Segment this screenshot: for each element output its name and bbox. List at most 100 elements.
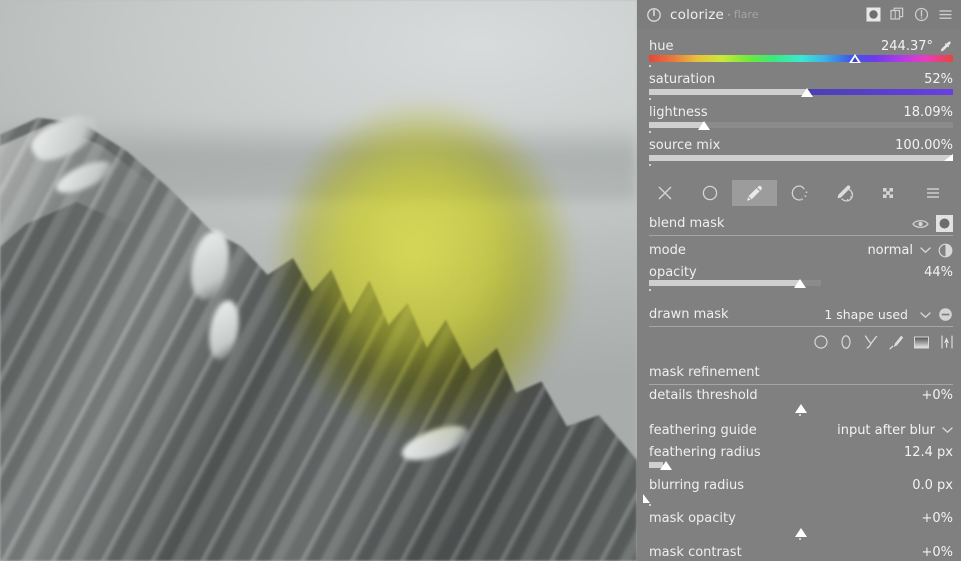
slider-saturation-value: 52% — [924, 72, 953, 87]
slider-details-threshold-value: +0% — [921, 388, 953, 403]
blend-options-icon[interactable] — [910, 180, 955, 206]
slider-saturation-fill — [649, 89, 808, 95]
slider-source-mix-fill — [649, 155, 953, 161]
slider-hue-row: hue 244.37° — [649, 37, 953, 57]
mask-type-toolbar[interactable] — [643, 178, 955, 208]
slider-blurring-radius-track[interactable] — [643, 494, 953, 503]
module-header[interactable]: colorize · flare — [637, 0, 961, 29]
chevron-down-icon[interactable] — [920, 311, 931, 319]
slider-mask-opacity-label: mask opacity — [649, 511, 736, 526]
slider-hue-default-marker — [649, 65, 651, 67]
slider-source-mix-knob[interactable] — [944, 154, 953, 161]
blend-mask-label: blend mask — [649, 216, 725, 231]
slider-details-threshold-knob[interactable] — [795, 404, 807, 413]
slider-source-mix[interactable]: source mix 100.00% — [637, 136, 961, 168]
blend-mode-row[interactable]: mode normal — [649, 238, 953, 262]
feathering-guide-label: feathering guide — [649, 422, 757, 438]
slider-lightness-value: 18.09% — [903, 105, 953, 120]
edit-shapes-icon[interactable] — [939, 334, 955, 350]
slider-lightness-row: lightness 18.09% — [649, 103, 953, 123]
chevron-down-icon[interactable] — [942, 426, 953, 434]
circle-shape-icon[interactable] — [813, 334, 829, 350]
drawn-mask-section: drawn mask 1 shape used — [649, 305, 953, 327]
shape-tools-row[interactable] — [649, 331, 955, 353]
slider-mask-contrast[interactable]: mask contrast +0% — [637, 543, 961, 561]
multi-instance-icon[interactable] — [890, 7, 905, 22]
slider-mask-opacity-value: +0% — [921, 511, 953, 526]
slider-mask-contrast-label: mask contrast — [649, 545, 742, 560]
slider-feathering-radius-track[interactable] — [649, 461, 953, 470]
slider-source-mix-track[interactable] — [649, 154, 953, 161]
slider-details-threshold-default-marker — [799, 414, 801, 416]
slider-hue-label: hue — [649, 39, 674, 54]
slider-feathering-radius-knob[interactable] — [659, 461, 672, 470]
feathering-guide-row[interactable]: feathering guide input after blur — [649, 418, 953, 442]
slider-mask-opacity-default-marker — [799, 538, 801, 540]
mask-off-icon[interactable] — [643, 180, 688, 206]
eye-icon[interactable] — [912, 218, 929, 230]
chevron-down-icon[interactable] — [920, 246, 931, 254]
reset-icon[interactable] — [914, 7, 929, 22]
feathering-guide-value[interactable]: input after blur — [837, 423, 935, 438]
slider-saturation-track[interactable] — [649, 88, 953, 97]
power-icon[interactable] — [647, 7, 661, 22]
blend-mode-value[interactable]: normal — [867, 243, 913, 258]
slider-blurring-radius[interactable]: blurring radius 0.0 px — [637, 476, 961, 508]
slider-blend-opacity[interactable]: opacity 44% — [637, 263, 961, 293]
slider-mask-contrast-value: +0% — [921, 545, 953, 560]
photo-render — [0, 0, 637, 561]
parametric-mask-icon[interactable] — [777, 180, 822, 206]
raster-mask-icon[interactable] — [866, 180, 911, 206]
slider-feathering-radius-value: 12.4 px — [903, 445, 953, 460]
slider-lightness-default-marker — [649, 131, 651, 133]
slider-lightness[interactable]: lightness 18.09% — [637, 103, 961, 135]
slider-hue-track[interactable] — [649, 54, 953, 63]
slider-mask-opacity[interactable]: mask opacity +0% — [637, 509, 961, 542]
slider-saturation-gradient — [807, 89, 953, 95]
mask-indicator-icon[interactable] — [866, 7, 881, 22]
slider-saturation-label: saturation — [649, 72, 716, 87]
polarity-icon[interactable] — [938, 243, 953, 258]
slider-details-threshold-track[interactable] — [649, 404, 953, 413]
slider-feathering-radius-row: feathering radius 12.4 px — [649, 443, 953, 463]
drawn-parametric-icon[interactable] — [821, 180, 866, 206]
slider-blurring-radius-knob[interactable] — [643, 494, 650, 503]
slider-blurring-radius-row: blurring radius 0.0 px — [649, 476, 953, 496]
slider-blend-opacity-fill — [649, 280, 801, 286]
title-separator: · — [727, 7, 731, 22]
color-picker-icon[interactable] — [939, 40, 953, 54]
presets-menu-icon[interactable] — [938, 7, 953, 22]
header-gap — [637, 29, 961, 36]
slider-blurring-radius-value: 0.0 px — [912, 478, 953, 493]
slider-details-threshold[interactable]: details threshold +0% — [637, 386, 961, 418]
brush-shape-icon[interactable] — [888, 334, 904, 350]
slider-source-mix-default-marker — [649, 164, 651, 166]
slider-saturation[interactable]: saturation 52% — [637, 70, 961, 102]
slider-feathering-radius[interactable]: feathering radius 12.4 px — [637, 443, 961, 475]
slider-source-mix-label: source mix — [649, 138, 721, 153]
path-shape-icon[interactable] — [863, 334, 879, 350]
slider-mask-opacity-knob[interactable] — [795, 528, 807, 537]
drawn-mask-icon[interactable] — [732, 180, 777, 206]
slider-lightness-knob[interactable] — [697, 121, 710, 130]
drawn-mask-value[interactable]: 1 shape used — [824, 307, 908, 322]
uniform-mask-icon[interactable] — [688, 180, 733, 206]
image-canvas[interactable] — [0, 0, 637, 561]
minus-circle-icon[interactable] — [938, 307, 953, 322]
slider-saturation-knob[interactable] — [801, 88, 814, 97]
slider-mask-opacity-track[interactable] — [649, 528, 953, 537]
slider-mask-contrast-row: mask contrast +0% — [649, 543, 953, 561]
slider-source-mix-row: source mix 100.00% — [649, 136, 953, 156]
slider-hue-knob[interactable] — [849, 54, 862, 63]
module-title: colorize — [670, 6, 724, 23]
gradient-shape-icon[interactable] — [913, 335, 930, 350]
slider-lightness-track[interactable] — [649, 121, 953, 130]
preset-name: flare — [733, 8, 759, 21]
slider-blend-opacity-track[interactable] — [649, 279, 821, 288]
slider-blend-opacity-knob[interactable] — [794, 279, 807, 288]
ellipse-shape-icon[interactable] — [838, 334, 854, 350]
slider-blurring-radius-label: blurring radius — [649, 478, 744, 493]
slider-blend-opacity-default-marker — [649, 289, 651, 291]
slider-hue[interactable]: hue 244.37° — [637, 37, 961, 69]
display-mask-icon[interactable] — [936, 215, 953, 232]
